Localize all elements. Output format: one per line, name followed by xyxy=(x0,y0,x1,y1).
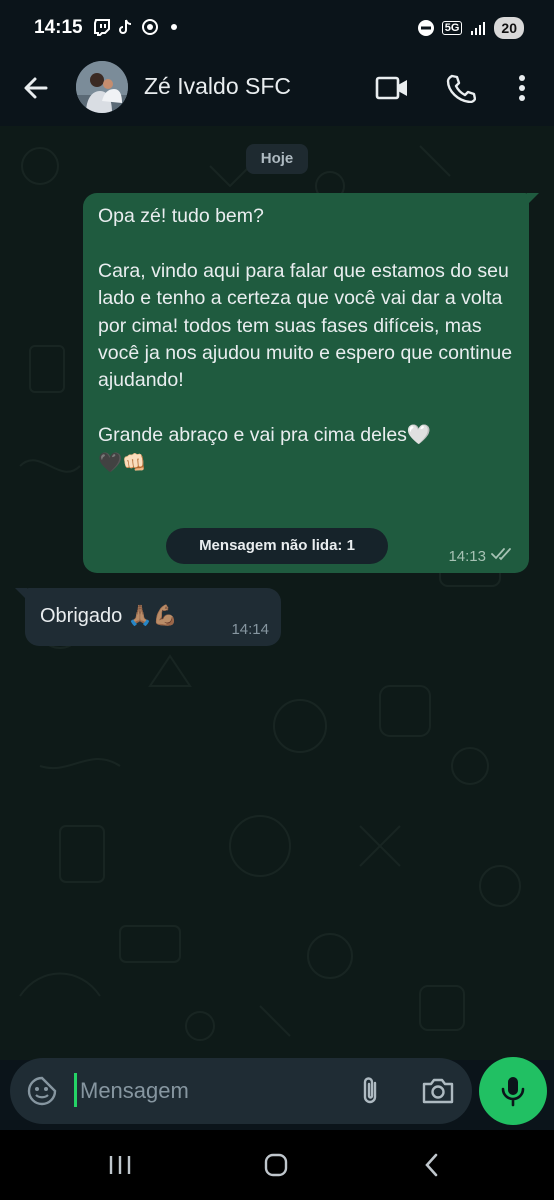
double-check-icon xyxy=(491,547,515,565)
video-call-icon[interactable] xyxy=(374,70,410,106)
message-text: Obrigado 🙏🏽💪🏽 xyxy=(40,605,178,627)
message-meta: 14:13 xyxy=(448,547,515,565)
unread-divider: Mensagem não lida: 1 xyxy=(166,528,388,564)
date-chip: Hoje xyxy=(246,144,308,174)
message-composer xyxy=(10,1058,472,1124)
nav-home-icon[interactable] xyxy=(256,1150,296,1180)
signal-icon xyxy=(469,19,487,37)
camera-icon[interactable] xyxy=(420,1074,456,1108)
message-text: Opa zé! tudo bem? Cara, vindo aqui para … xyxy=(98,205,513,474)
message-time: 14:13 xyxy=(448,547,486,565)
phone-icon[interactable] xyxy=(443,70,479,106)
status-time: 14:15 xyxy=(34,17,83,38)
more-options-icon[interactable] xyxy=(504,70,540,106)
twitch-icon xyxy=(93,18,111,36)
tiktok-icon xyxy=(117,18,135,36)
incoming-message[interactable]: Obrigado 🙏🏽💪🏽 14:14 xyxy=(15,588,281,646)
mic-button[interactable] xyxy=(479,1057,547,1125)
message-input[interactable] xyxy=(78,1067,342,1115)
nav-recents-icon[interactable] xyxy=(100,1150,140,1180)
message-time: 14:14 xyxy=(231,621,269,638)
bubble-tail xyxy=(15,588,27,600)
network-label: 5G xyxy=(441,21,463,35)
nav-back-icon[interactable] xyxy=(411,1150,451,1180)
text-caret xyxy=(74,1073,77,1107)
chrome-icon xyxy=(141,18,159,36)
bubble-tail xyxy=(527,193,539,205)
dot-icon xyxy=(165,18,183,36)
mic-icon xyxy=(501,1077,525,1107)
avatar[interactable] xyxy=(76,61,128,113)
contact-name[interactable]: Zé Ivaldo SFC xyxy=(144,73,291,100)
back-arrow-icon[interactable] xyxy=(20,72,52,104)
notification-icons xyxy=(93,18,183,36)
dnd-icon xyxy=(417,19,435,37)
attach-icon[interactable] xyxy=(354,1074,388,1108)
sticker-icon[interactable] xyxy=(26,1075,58,1107)
status-bar: 14:15 5G 20 xyxy=(0,0,554,56)
chat-area[interactable]: Hoje Opa zé! tudo bem? Cara, vindo aqui … xyxy=(0,126,554,1060)
outgoing-message[interactable]: Opa zé! tudo bem? Cara, vindo aqui para … xyxy=(83,193,539,573)
battery-indicator: 20 xyxy=(494,17,524,39)
chat-header: Zé Ivaldo SFC xyxy=(0,56,554,126)
system-icons: 5G 20 xyxy=(417,17,524,39)
system-nav-bar xyxy=(0,1130,554,1200)
